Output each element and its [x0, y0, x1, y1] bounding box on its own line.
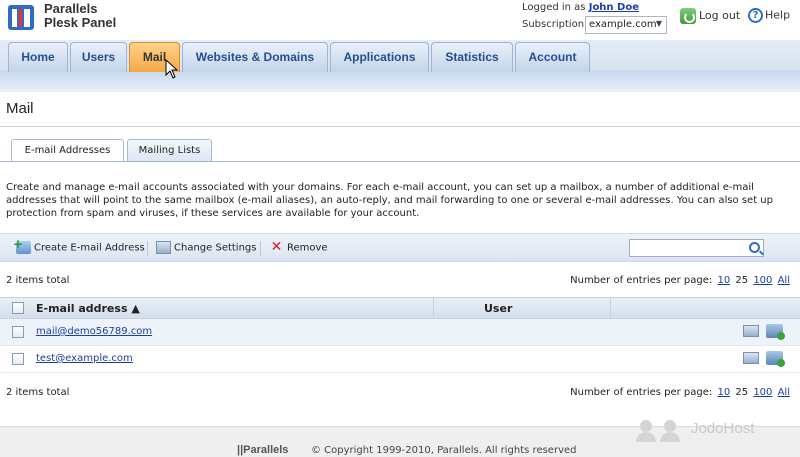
- table-row: test@example.com: [0, 346, 800, 373]
- tab-applications[interactable]: Applications: [330, 42, 429, 72]
- search-input[interactable]: [629, 239, 764, 257]
- brand-line2: Plesk Panel: [44, 15, 117, 30]
- subscription-select[interactable]: example.com ▼: [585, 16, 667, 34]
- plesk-logo-icon: [8, 5, 34, 30]
- main-nav: Home Users Mail Websites & Domains Appli…: [0, 40, 800, 92]
- subtab-divider: [0, 161, 800, 162]
- nav-strip: [0, 70, 800, 92]
- tab-websites-domains[interactable]: Websites & Domains: [182, 42, 328, 72]
- table-header: E-mail address ▲ User: [0, 297, 800, 319]
- per-page-all[interactable]: All: [778, 387, 790, 398]
- column-separator: [433, 298, 434, 319]
- watermark-text: JodoHost: [691, 419, 755, 437]
- select-all-checkbox[interactable]: [12, 302, 24, 314]
- logout-icon: [680, 8, 696, 24]
- webmail-icon[interactable]: [766, 351, 785, 367]
- remove-x-icon: ✕: [270, 239, 283, 255]
- row-checkbox[interactable]: [12, 326, 24, 338]
- create-email-label: Create E-mail Address: [34, 242, 145, 254]
- remove-button[interactable]: ✕ Remove: [269, 239, 328, 255]
- page-title: Mail: [6, 100, 34, 117]
- jodohost-watermark: JodoHost: [636, 418, 755, 442]
- per-page-selector-bottom: Number of entries per page: 10 25 100 Al…: [570, 387, 790, 398]
- chevron-down-icon: ▼: [655, 19, 662, 28]
- row-checkbox[interactable]: [12, 353, 24, 365]
- help-icon: ?: [748, 8, 763, 23]
- per-page-10[interactable]: 10: [717, 387, 730, 398]
- tab-users[interactable]: Users: [70, 42, 127, 72]
- toolbar-separator: [147, 241, 148, 256]
- help-button[interactable]: ? Help: [748, 8, 790, 23]
- settings-icon: [156, 241, 171, 254]
- logout-button[interactable]: Log out: [680, 8, 740, 24]
- create-mail-icon: [13, 237, 31, 254]
- tab-statistics[interactable]: Statistics: [431, 42, 513, 72]
- remove-label: Remove: [287, 242, 328, 254]
- column-user[interactable]: User: [484, 302, 512, 315]
- subtab-mailing-lists[interactable]: Mailing Lists: [127, 139, 212, 161]
- per-page-25: 25: [735, 275, 749, 286]
- items-total-bottom: 2 items total: [6, 387, 70, 398]
- settings-icon[interactable]: [743, 352, 759, 364]
- column-separator: [610, 298, 611, 319]
- email-link[interactable]: mail@demo56789.com: [36, 326, 152, 337]
- per-page-label: Number of entries per page:: [570, 387, 713, 398]
- header: Parallels Plesk Panel Logged in as John …: [0, 0, 800, 40]
- per-page-all[interactable]: All: [778, 275, 790, 286]
- title-divider: [0, 126, 800, 127]
- email-link[interactable]: test@example.com: [36, 353, 133, 364]
- per-page-100[interactable]: 100: [753, 275, 772, 286]
- per-page-10[interactable]: 10: [717, 275, 730, 286]
- toolbar-separator: [260, 241, 261, 256]
- toolbar: Create E-mail Address Change Settings ✕ R…: [0, 233, 800, 262]
- tab-account[interactable]: Account: [515, 42, 590, 72]
- per-page-label: Number of entries per page:: [570, 275, 713, 286]
- logout-label: Log out: [699, 9, 741, 22]
- user-name-link[interactable]: John Doe: [589, 2, 639, 13]
- copyright-text: © Copyright 1999-2010, Parallels. All ri…: [311, 445, 577, 456]
- logged-in-row: Logged in as John Doe: [522, 2, 639, 13]
- brand-name: Parallels Plesk Panel: [44, 2, 116, 30]
- people-icon: [636, 418, 686, 442]
- search-icon[interactable]: [749, 242, 760, 253]
- change-settings-label: Change Settings: [174, 242, 257, 254]
- mouse-cursor-icon: [165, 59, 179, 79]
- subscription-label: Subscription: [522, 19, 585, 30]
- subtab-email-addresses[interactable]: E-mail Addresses: [11, 139, 124, 162]
- email-table: E-mail address ▲ User mail@demo56789.com…: [0, 297, 800, 373]
- items-total: 2 items total: [6, 275, 70, 286]
- per-page-selector: Number of entries per page: 10 25 100 Al…: [570, 275, 790, 286]
- create-email-button[interactable]: Create E-mail Address: [13, 237, 145, 254]
- help-label: Help: [765, 8, 791, 22]
- change-settings-button[interactable]: Change Settings: [156, 241, 256, 254]
- tab-home[interactable]: Home: [8, 42, 68, 72]
- parallels-logo: ||Parallels: [237, 444, 289, 456]
- logged-in-label: Logged in as: [522, 2, 586, 13]
- table-row: mail@demo56789.com: [0, 319, 800, 346]
- page-description: Create and manage e-mail accounts associ…: [6, 182, 773, 219]
- column-email-address[interactable]: E-mail address ▲: [36, 302, 140, 315]
- per-page-100[interactable]: 100: [753, 387, 772, 398]
- per-page-25: 25: [735, 387, 749, 398]
- webmail-icon[interactable]: [766, 324, 785, 340]
- settings-icon[interactable]: [743, 325, 759, 337]
- subscription-value: example.com: [589, 19, 657, 30]
- brand-line1: Parallels: [44, 1, 98, 16]
